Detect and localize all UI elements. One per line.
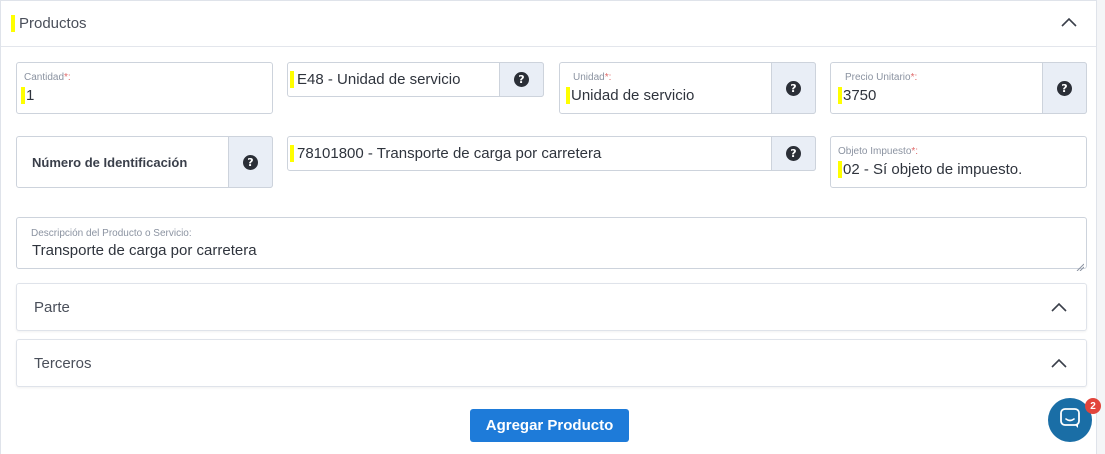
question-circle-icon: ?: [786, 146, 801, 161]
terceros-collapsible[interactable]: Terceros: [16, 339, 1087, 387]
question-circle-icon: ?: [1057, 80, 1072, 96]
question-circle-icon: ?: [514, 72, 529, 87]
highlight-marker: [566, 87, 570, 104]
objeto-impuesto-field[interactable]: Objeto Impuesto*: 02 - Sí objeto de impu…: [830, 136, 1087, 188]
highlight-marker: [838, 87, 842, 104]
precio-help-button[interactable]: ?: [1042, 62, 1087, 114]
precio-unitario-label: Precio Unitario*:: [845, 72, 918, 83]
notification-badge: 2: [1085, 398, 1101, 414]
numero-id-help-button[interactable]: ?: [228, 136, 273, 188]
clave-unidad-text: E48 - Unidad de servicio: [297, 71, 461, 88]
highlight-marker: [290, 145, 294, 162]
clave-producto-help-button[interactable]: ?: [771, 136, 816, 171]
unidad-label: Unidad*:: [573, 72, 612, 83]
chevron-up-icon[interactable]: [1051, 358, 1067, 372]
objeto-impuesto-value: 02 - Sí objeto de impuesto.: [838, 161, 1022, 178]
clave-unidad-help-button[interactable]: ?: [499, 62, 544, 97]
cantidad-label: Cantidad*:: [24, 72, 71, 83]
chat-bubble-icon: [1059, 407, 1081, 434]
parte-title: Parte: [34, 299, 70, 316]
numero-identificacion-field[interactable]: Número de Identificación ?: [16, 136, 273, 188]
cantidad-value: 1: [21, 87, 34, 104]
highlight-marker: [21, 87, 25, 104]
highlight-marker: [838, 161, 842, 178]
panel-title: Productos: [11, 15, 87, 32]
question-circle-icon: ?: [243, 154, 258, 170]
cantidad-value-text: 1: [26, 87, 35, 104]
highlight-marker: [11, 15, 15, 32]
parte-collapsible[interactable]: Parte: [16, 283, 1087, 331]
chevron-up-icon[interactable]: [1051, 302, 1067, 316]
precio-unitario-field[interactable]: Precio Unitario*: 3750 ?: [830, 62, 1087, 114]
unidad-field[interactable]: Unidad*: Unidad de servicio ?: [559, 62, 816, 114]
descripcion-label: Descripción del Producto o Servicio:: [31, 228, 192, 239]
objeto-impuesto-label: Objeto Impuesto*:: [838, 146, 919, 157]
precio-unitario-value-text: 3750: [843, 87, 877, 104]
clave-unidad-value: E48 - Unidad de servicio: [290, 71, 460, 88]
resize-handle-icon[interactable]: [1076, 258, 1085, 272]
cantidad-field[interactable]: Cantidad*: 1: [16, 62, 273, 114]
unidad-value-text: Unidad de servicio: [571, 87, 695, 104]
clave-producto-text: 78101800 - Transporte de carga por carre…: [297, 145, 602, 162]
precio-unitario-value: 3750: [838, 87, 876, 104]
numero-identificacion-label: Número de Identificación: [32, 155, 188, 170]
chevron-up-icon[interactable]: [1061, 17, 1077, 31]
terceros-title: Terceros: [34, 355, 92, 372]
clave-producto-value: 78101800 - Transporte de carga por carre…: [290, 145, 601, 162]
panel-title-text: Productos: [19, 15, 87, 32]
objeto-impuesto-value-text: 02 - Sí objeto de impuesto.: [843, 161, 1023, 178]
clave-unidad-select[interactable]: E48 - Unidad de servicio ?: [287, 62, 544, 97]
unidad-help-button[interactable]: ?: [771, 62, 816, 114]
clave-producto-select[interactable]: 78101800 - Transporte de carga por carre…: [287, 136, 816, 171]
descripcion-textarea[interactable]: Descripción del Producto o Servicio: Tra…: [16, 217, 1087, 272]
unidad-value: Unidad de servicio: [566, 87, 694, 104]
highlight-marker: [290, 71, 294, 88]
agregar-producto-button[interactable]: Agregar Producto: [470, 409, 629, 442]
productos-header[interactable]: Productos: [1, 1, 1096, 47]
descripcion-value: Transporte de carga por carretera: [32, 242, 257, 259]
question-circle-icon: ?: [786, 80, 801, 96]
